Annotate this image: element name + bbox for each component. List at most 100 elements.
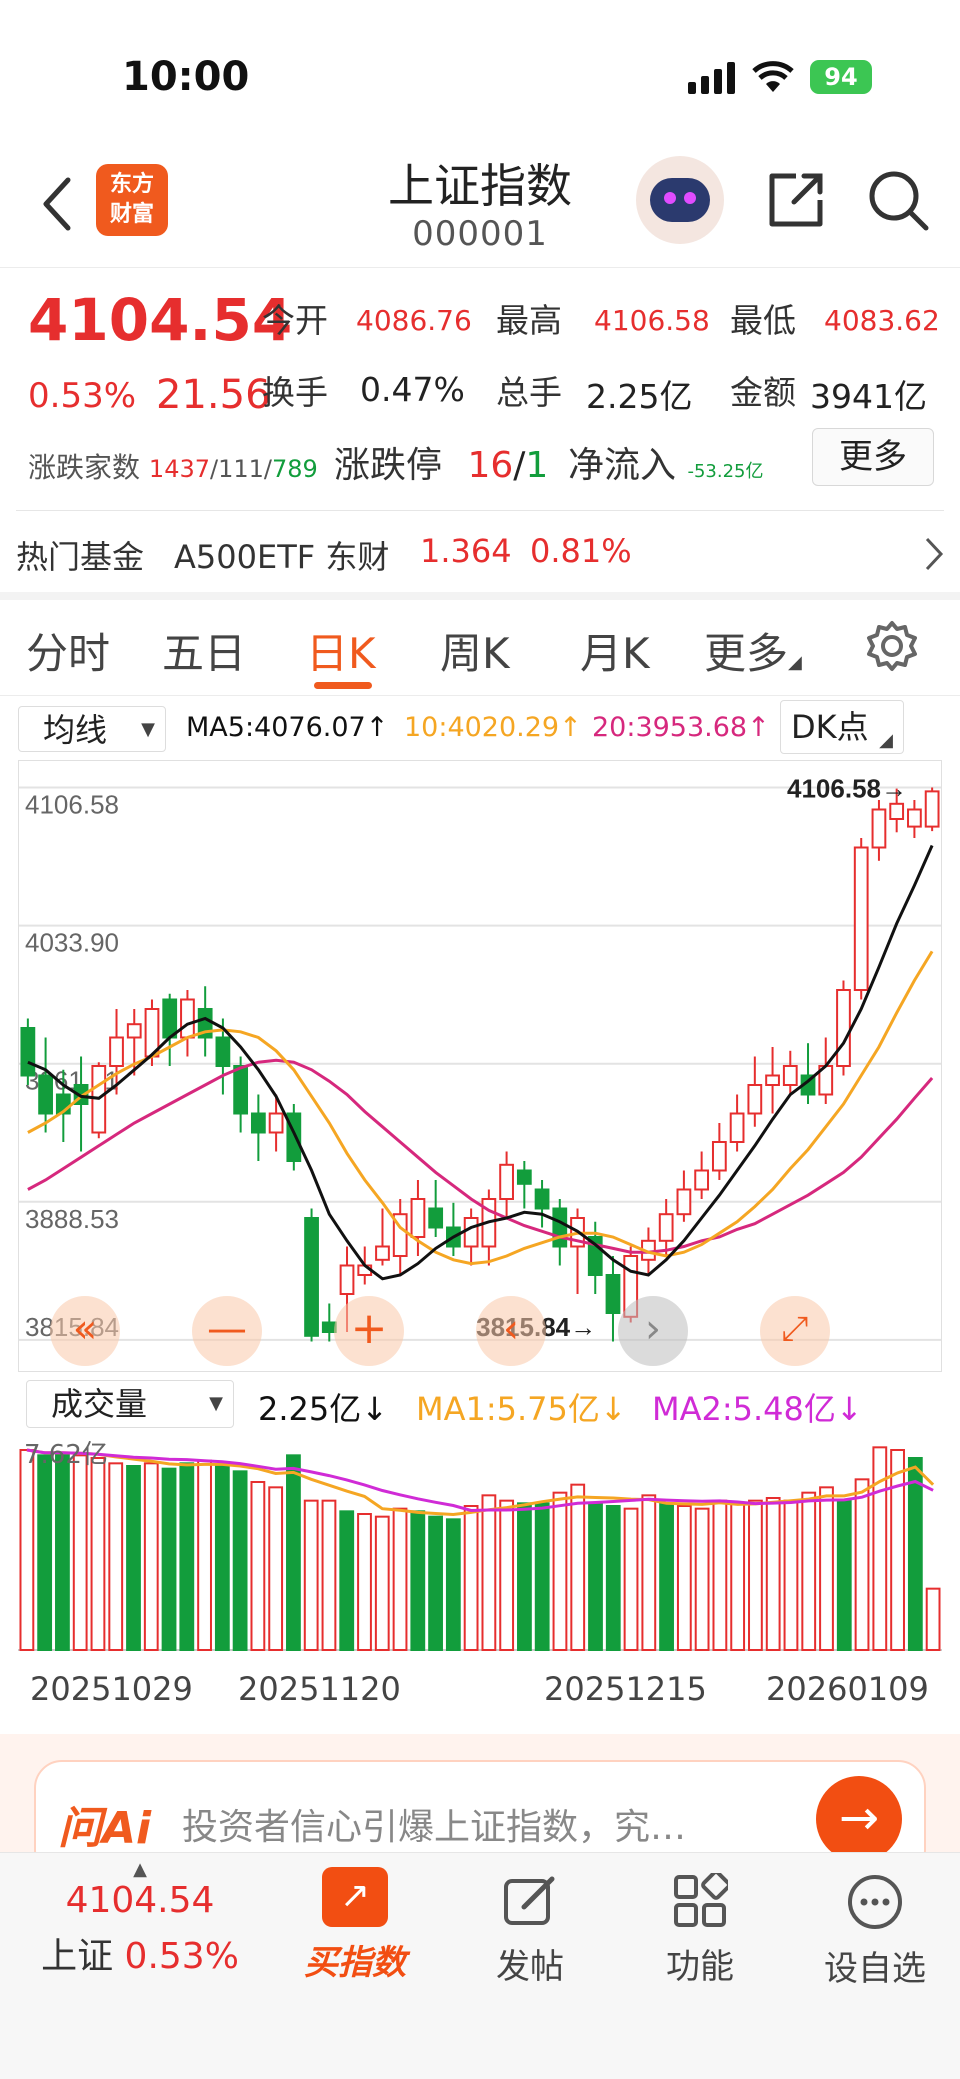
volume-bar [659, 1502, 674, 1652]
candle-body [38, 1074, 53, 1115]
dk-point-button[interactable]: DK点 ◢ [780, 700, 904, 754]
grid-icon [674, 1873, 728, 1927]
indicator-select[interactable]: 均线 ▼ [18, 706, 166, 752]
functions-button[interactable]: 功能 [640, 1853, 760, 1988]
candle-body [410, 1198, 426, 1238]
post-label: 发帖 [496, 1947, 564, 1987]
status-bar: 10:00 94 [0, 0, 960, 150]
volume-bar [161, 1467, 177, 1651]
battery-icon: 94 [810, 60, 872, 94]
net-flow-value: -53.25亿 [687, 461, 764, 482]
tab-five-day[interactable]: 五日 [162, 620, 246, 681]
scroll-right-icon[interactable]: › [618, 1296, 688, 1366]
scroll-left-icon[interactable]: ‹ [476, 1296, 546, 1366]
sub-indicator-select[interactable]: 成交量 ▼ [26, 1380, 234, 1428]
volume-chart[interactable] [18, 1432, 942, 1654]
volume-bar [552, 1491, 568, 1651]
more-dots-icon [848, 1875, 902, 1929]
trend-chart-icon: ↗ [322, 1867, 388, 1927]
volume-bar [339, 1510, 355, 1652]
tab-weekly-k[interactable]: 周K [440, 620, 510, 681]
candle-body [765, 1074, 780, 1086]
volume-bar [90, 1457, 106, 1651]
low-value: 4083.62 [824, 304, 940, 337]
chevron-right-icon [925, 537, 944, 571]
edit-icon [504, 1876, 555, 1925]
open-value: 4086.76 [356, 304, 472, 337]
volume-bar [428, 1515, 443, 1651]
tab-more-label: 更多 [704, 629, 789, 678]
volume-bar [108, 1462, 124, 1652]
high-marker: 4106.58→ [787, 773, 907, 803]
tab-monthly-k[interactable]: 月K [580, 620, 650, 681]
share-icon[interactable] [766, 170, 826, 230]
candle-body [463, 1217, 479, 1248]
volume-bar [481, 1494, 497, 1652]
fullscreen-icon[interactable]: ⤢ [760, 1296, 830, 1366]
volume-bar [197, 1459, 212, 1651]
candle-body [782, 1065, 798, 1086]
ma5-value: MA5:4076.07↑ [186, 712, 389, 743]
last-price: 4104.54 [28, 286, 293, 354]
post-button[interactable]: 发帖 [470, 1853, 590, 1988]
tab-more[interactable]: 更多◢ [704, 620, 802, 681]
kline-chart[interactable]: 4106.584033.903961.213888.533815.844106.… [18, 760, 942, 1372]
candle-body [658, 1213, 674, 1242]
candle-body [516, 1169, 532, 1185]
candle-body [499, 1163, 514, 1200]
breadth: 涨跌家数 1437/111/789 [28, 451, 318, 484]
volume-bar [179, 1462, 195, 1652]
candle-body [304, 1217, 319, 1337]
top-bar: 东方 财富 上证指数 000001 [0, 150, 960, 268]
low-label: 最低 [730, 301, 796, 340]
assistant-avatar[interactable] [636, 156, 724, 244]
breadth-down: 789 [272, 455, 318, 483]
tab-intraday[interactable]: 分时 [26, 620, 110, 681]
candle-body [20, 1027, 36, 1077]
wifi-icon [752, 61, 794, 92]
candle-body [215, 1036, 231, 1067]
volume-bar [286, 1454, 301, 1652]
hot-fund-row[interactable]: 热门基金 A500ETF 东财 1.364 0.81% [0, 520, 960, 590]
battery-level: 94 [824, 63, 858, 91]
scroll-left-fast-icon[interactable]: « [50, 1296, 120, 1366]
ai-go-arrow-icon[interactable]: → [816, 1776, 902, 1862]
indicator-select-value: 均线 [43, 711, 108, 749]
add-watchlist-label: 设自选 [824, 1949, 926, 1989]
volume-bar [357, 1513, 372, 1651]
candle-body [233, 1065, 249, 1115]
volume-bar [836, 1499, 852, 1651]
add-watchlist-button[interactable]: 设自选 [810, 1853, 940, 1990]
tab-daily-k[interactable]: 日K [306, 620, 376, 681]
volume-bar [143, 1462, 159, 1652]
zoom-in-icon[interactable]: + [334, 1296, 404, 1366]
volume-label: 总手 [496, 373, 562, 412]
volume-bar [19, 1449, 35, 1651]
signal-icon [688, 62, 735, 94]
x-label-0: 20251029 [30, 1670, 193, 1708]
candle-body [924, 790, 940, 828]
limit-stats: 涨跌停 16/1 [334, 445, 549, 486]
volume-bar [37, 1454, 53, 1652]
bottom-index-name: 上证 [41, 1936, 114, 1977]
bottom-pct: 0.53% [124, 1936, 239, 1977]
settings-gear-icon[interactable] [866, 620, 918, 672]
candle-body [126, 1023, 142, 1039]
volume-bar [232, 1470, 248, 1652]
amount-value: 3941亿 [810, 377, 927, 416]
turnover-label: 换手 [262, 373, 328, 412]
buy-index-button[interactable]: ↗ 买指数 [290, 1853, 420, 1984]
volume-bar [517, 1502, 532, 1652]
search-icon[interactable] [866, 168, 930, 232]
clock: 10:00 [122, 54, 250, 100]
candle-body [907, 808, 922, 828]
candle-body [694, 1169, 710, 1191]
more-stats-button[interactable]: 更多 [812, 428, 934, 486]
sub-indicator-select-value: 成交量 [51, 1385, 148, 1423]
ai-logo: 问Ai [58, 1803, 152, 1854]
zoom-out-icon[interactable]: — [192, 1296, 262, 1366]
kline-svg: 4106.584033.903961.213888.533815.844106.… [19, 773, 941, 1342]
volume-bar [801, 1491, 817, 1651]
volume-bar [925, 1587, 941, 1652]
index-quote-item[interactable]: ▲ 4104.54 上证 0.53% [30, 1853, 250, 1979]
